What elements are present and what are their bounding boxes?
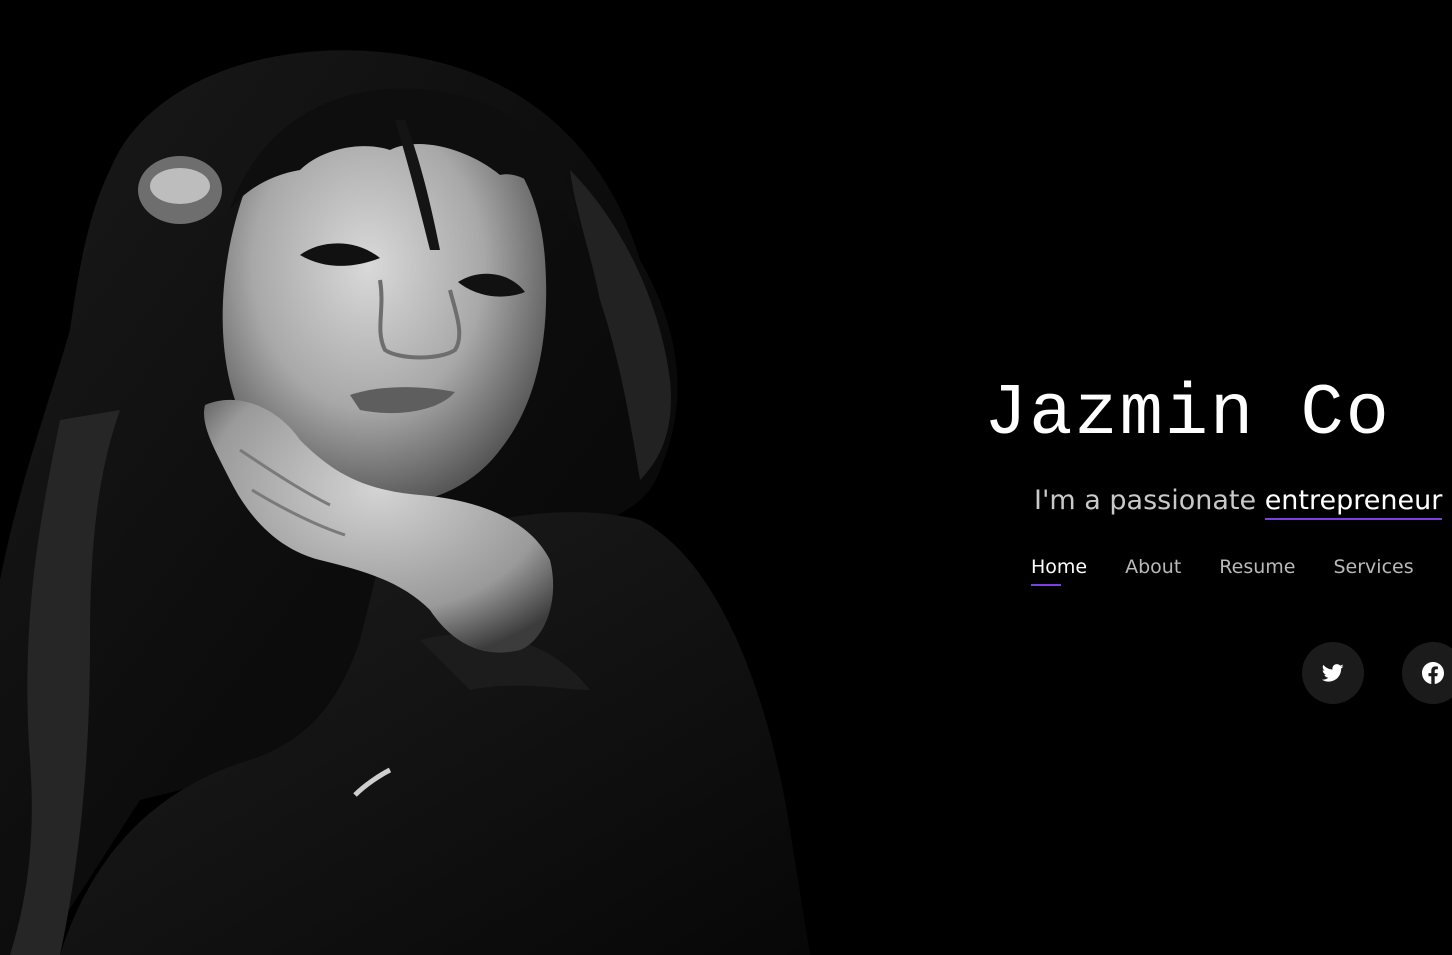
portrait-image [0, 0, 820, 955]
hero-section: Jazmin Co I'm a passionate entrepreneur … [0, 0, 1452, 955]
twitter-button[interactable] [1302, 642, 1364, 704]
nav-about[interactable]: About [1125, 556, 1181, 586]
nav-resume[interactable]: Resume [1219, 556, 1295, 586]
main-nav: Home About Resume Services [1031, 556, 1414, 586]
nav-home[interactable]: Home [1031, 556, 1087, 586]
twitter-icon [1322, 664, 1344, 682]
tagline-prefix: I'm a passionate [1034, 485, 1265, 516]
nav-services[interactable]: Services [1333, 556, 1413, 586]
facebook-icon [1422, 662, 1444, 684]
facebook-button[interactable] [1402, 642, 1452, 704]
social-links [1302, 642, 1452, 704]
hero-name: Jazmin Co [984, 373, 1391, 455]
tagline-typed-word: entrepreneur [1264, 485, 1443, 520]
hero-tagline: I'm a passionate entrepreneur [1034, 482, 1443, 520]
